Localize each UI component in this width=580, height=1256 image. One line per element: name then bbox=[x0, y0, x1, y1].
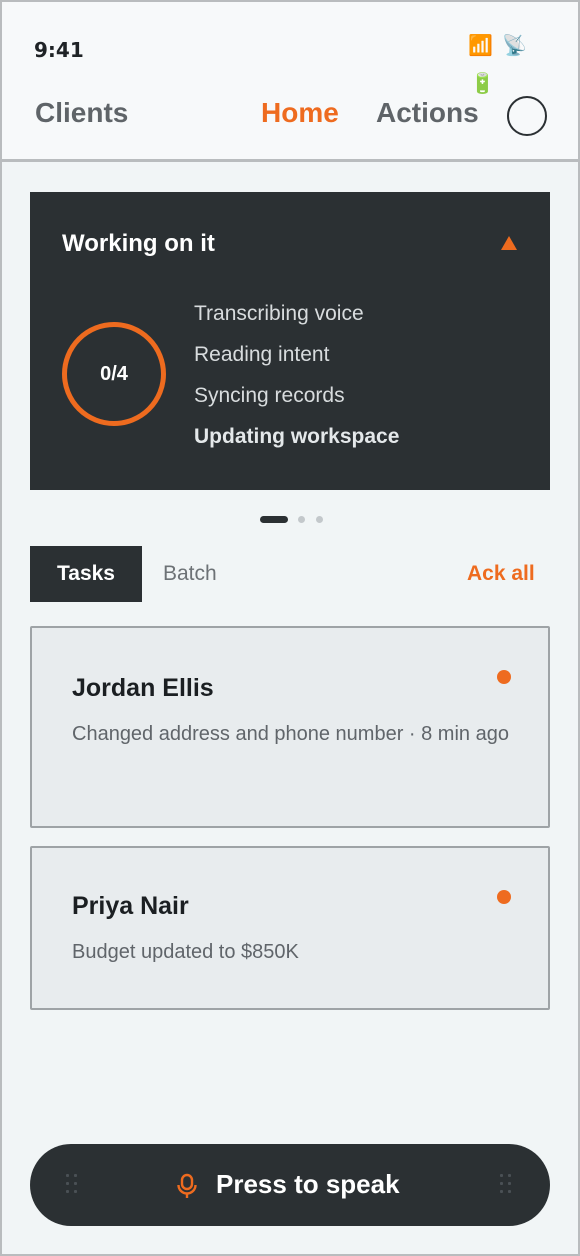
unread-dot-icon bbox=[497, 670, 511, 684]
satellite-icon: 📡 bbox=[502, 35, 527, 57]
signal-icon: 📶 bbox=[468, 35, 493, 57]
collapse-icon[interactable] bbox=[501, 236, 517, 250]
status-icons: 📶 📡 🔋 bbox=[468, 36, 538, 98]
tab-tasks[interactable]: Tasks bbox=[30, 546, 142, 602]
task-card[interactable]: Jordan Ellis Changed address and phone n… bbox=[30, 626, 550, 828]
progress-ring: 0/4 bbox=[62, 322, 166, 426]
task-description: Changed address and phone number · 8 min… bbox=[72, 723, 509, 745]
task-name: Priya Nair bbox=[72, 892, 189, 920]
progress-step: Transcribing voice bbox=[194, 302, 364, 325]
progress-steps: Transcribing voice Reading intent Syncin… bbox=[194, 300, 399, 464]
status-time: 9:41 bbox=[34, 38, 84, 62]
page-dot[interactable] bbox=[298, 516, 305, 523]
progress-step: Syncing records bbox=[194, 384, 345, 407]
progress-card: Working on it 0/4 Transcribing voice Rea… bbox=[30, 192, 550, 490]
task-name: Jordan Ellis bbox=[72, 674, 214, 702]
progress-step-active: Updating workspace bbox=[194, 425, 400, 448]
app-header: 9:41 📶 📡 🔋 Clients Home Actions bbox=[2, 2, 578, 162]
drag-handle-icon[interactable] bbox=[500, 1174, 516, 1196]
press-to-speak-label: Press to speak bbox=[216, 1169, 400, 1199]
press-to-speak-button[interactable]: Press to speak bbox=[30, 1144, 550, 1226]
ack-all-button[interactable]: Ack all bbox=[467, 562, 535, 586]
progress-card-title: Working on it bbox=[62, 230, 215, 257]
page-dot[interactable] bbox=[316, 516, 323, 523]
avatar[interactable] bbox=[507, 96, 547, 136]
task-card[interactable]: Priya Nair Budget updated to $850K bbox=[30, 846, 550, 1010]
progress-counter: 0/4 bbox=[100, 362, 128, 385]
battery-icon: 🔋 bbox=[470, 73, 495, 95]
nav-home[interactable]: Home bbox=[261, 97, 339, 129]
tab-batch[interactable]: Batch bbox=[163, 562, 217, 586]
unread-dot-icon bbox=[497, 890, 511, 904]
page-dot-active[interactable] bbox=[260, 516, 288, 523]
nav-actions[interactable]: Actions bbox=[376, 97, 479, 129]
microphone-icon bbox=[177, 1173, 197, 1198]
drag-handle-icon[interactable] bbox=[66, 1174, 82, 1196]
task-description: Budget updated to $850K bbox=[72, 941, 299, 963]
nav-clients[interactable]: Clients bbox=[35, 97, 128, 129]
progress-step: Reading intent bbox=[194, 343, 330, 366]
app-frame: 9:41 📶 📡 🔋 Clients Home Actions Working … bbox=[0, 0, 580, 1256]
